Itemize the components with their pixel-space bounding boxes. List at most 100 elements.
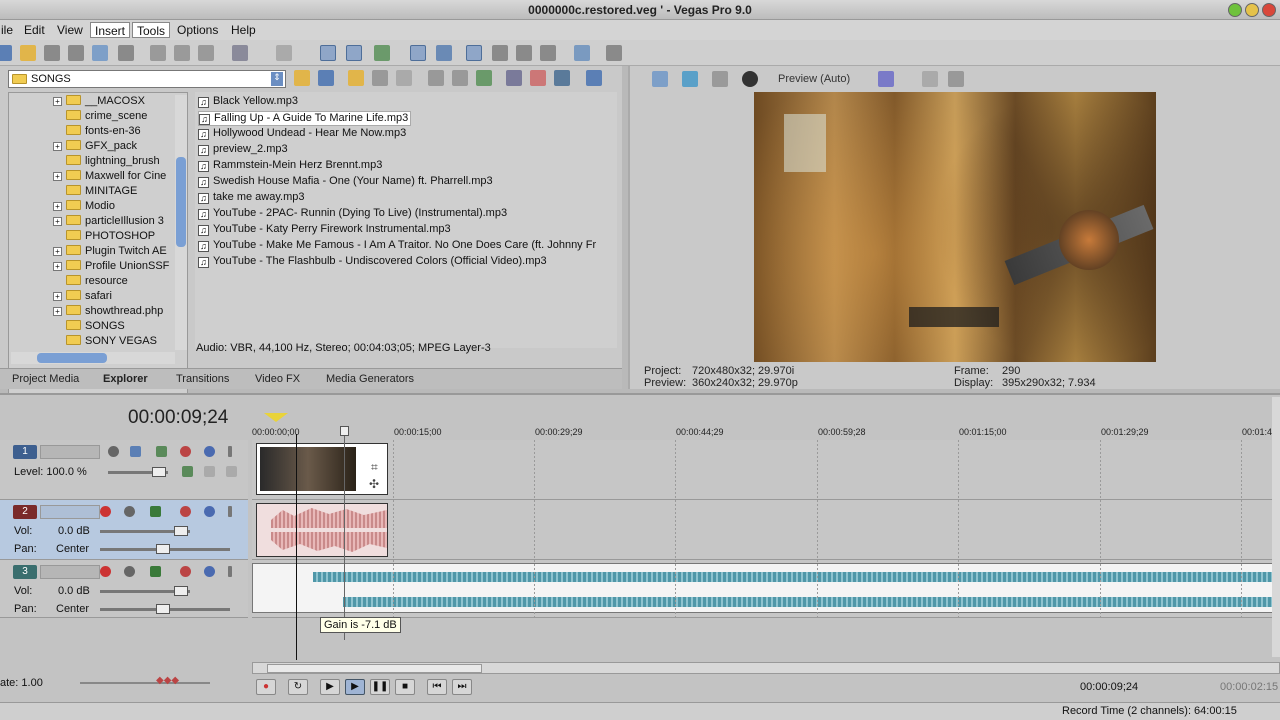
file-item[interactable]: ♫ Hollywood Undead - Hear Me Now.mp3 — [198, 127, 408, 142]
playhead-line[interactable] — [344, 426, 345, 640]
timeline-horizontal-scrollbar[interactable] — [252, 662, 1280, 674]
invert-phase-icon[interactable] — [124, 566, 135, 577]
tab-transitions[interactable]: Transitions — [176, 373, 229, 385]
tree-item[interactable]: + __MACOSX — [53, 95, 145, 110]
tree-item[interactable]: + Maxwell for Cine — [53, 170, 166, 185]
menu-help[interactable]: Help — [227, 22, 260, 38]
tree-scroll-thumb[interactable] — [176, 157, 186, 247]
file-item[interactable]: ♫ YouTube - Make Me Famous - I Am A Trait… — [198, 239, 598, 254]
automation-icon[interactable] — [150, 506, 161, 517]
rate-slider[interactable] — [80, 682, 210, 684]
redo-icon[interactable] — [276, 45, 292, 61]
zoom-tool-icon[interactable] — [540, 45, 556, 61]
expand-icon[interactable]: + — [53, 97, 62, 106]
copy-snapshot-icon[interactable] — [922, 71, 938, 87]
expand-icon[interactable]: + — [53, 307, 62, 316]
parent-icon[interactable] — [204, 466, 215, 477]
track-header-1[interactable]: 1 Level: 100.0 % — [0, 440, 248, 500]
add-to-project-icon[interactable] — [396, 70, 412, 86]
tree-item[interactable]: SONGS — [66, 320, 125, 335]
track-header-3[interactable]: 3 Vol: 0.0 dB Pan: Center — [0, 560, 248, 618]
file-item[interactable]: ♫ preview_2.mp3 — [198, 143, 290, 158]
audio-lane-3[interactable] — [252, 560, 1280, 618]
tree-item[interactable]: MINITAGE — [66, 185, 137, 200]
preview-properties-icon[interactable] — [652, 71, 668, 87]
compositing-icon[interactable] — [156, 446, 167, 457]
tree-item[interactable]: + safari — [53, 290, 112, 305]
new-folder-icon[interactable] — [348, 70, 364, 86]
tree-item[interactable]: + particleIllusion 3 — [53, 215, 164, 230]
solo-icon[interactable] — [228, 506, 232, 517]
save-icon[interactable] — [44, 45, 60, 61]
help-pointer-icon[interactable] — [606, 45, 622, 61]
track-lanes[interactable]: ⌗ ✣ — [252, 426, 1280, 660]
audio-lane-2[interactable] — [252, 500, 1280, 560]
remove-favorite-icon[interactable] — [530, 70, 546, 86]
overlays-icon[interactable] — [878, 71, 894, 87]
stop-button[interactable]: ■ — [395, 679, 415, 695]
expand-track-icon[interactable] — [108, 446, 119, 457]
track-fx-icon[interactable] — [180, 506, 191, 517]
close-button[interactable] — [1262, 3, 1276, 17]
paste-icon[interactable] — [198, 45, 214, 61]
go-to-end-button[interactable]: ⏭ — [452, 679, 472, 695]
mute-icon[interactable] — [204, 566, 215, 577]
mute-icon[interactable] — [204, 446, 215, 457]
pan-slider-knob[interactable] — [156, 604, 170, 614]
volume-slider-knob[interactable] — [174, 586, 188, 596]
tree-item[interactable]: lightning_brush — [66, 155, 160, 170]
play-from-start-button[interactable]: ▶ — [320, 679, 340, 695]
tree-item[interactable]: + Modio — [53, 200, 115, 215]
video-clip[interactable]: ⌗ ✣ — [256, 443, 388, 495]
script-icon[interactable] — [574, 45, 590, 61]
solo-icon[interactable] — [228, 566, 232, 577]
search-icon[interactable] — [554, 70, 570, 86]
tree-item[interactable]: + GFX_pack — [53, 140, 137, 155]
video-fx-icon[interactable] — [712, 71, 728, 87]
menu-file[interactable]: ile — [0, 22, 17, 38]
composite-mode-icon[interactable] — [182, 466, 193, 477]
new-icon[interactable] — [0, 45, 12, 61]
track-name-field[interactable] — [40, 565, 100, 579]
render-icon[interactable] — [92, 45, 108, 61]
cursor-line[interactable] — [296, 434, 297, 660]
auto-preview-icon[interactable] — [476, 70, 492, 86]
timeline-vertical-scrollbar[interactable] — [1272, 397, 1280, 657]
path-dropdown[interactable]: SONGS ⇕ — [8, 70, 286, 88]
video-lane[interactable]: ⌗ ✣ — [252, 440, 1280, 500]
file-item[interactable]: ♫ YouTube - The Flashbulb - Undiscovered … — [198, 255, 549, 270]
expand-icon[interactable]: + — [53, 217, 62, 226]
solo-icon[interactable] — [228, 446, 232, 457]
child-icon[interactable] — [226, 466, 237, 477]
normal-edit-tool-icon[interactable] — [466, 45, 482, 61]
tree-vertical-scrollbar[interactable] — [175, 95, 187, 350]
copy-icon[interactable] — [174, 45, 190, 61]
expand-icon[interactable]: + — [53, 142, 62, 151]
loop-playback-button[interactable]: ↻ — [288, 679, 308, 695]
stop-preview-icon[interactable] — [452, 70, 468, 86]
track-fx-icon[interactable] — [180, 566, 191, 577]
file-item[interactable]: ♫ Rammstein-Mein Herz Brennt.mp3 — [198, 159, 384, 174]
tree-item[interactable]: crime_scene — [66, 110, 147, 125]
undo-icon[interactable] — [232, 45, 248, 61]
cut-icon[interactable] — [150, 45, 166, 61]
save-snapshot-icon[interactable] — [948, 71, 964, 87]
tab-explorer[interactable]: Explorer — [103, 373, 148, 385]
external-monitor-icon[interactable] — [682, 71, 698, 87]
file-item-selected[interactable]: ♫ Falling Up - A Guide To Marine Life.mp3 — [198, 111, 412, 126]
file-item[interactable]: ♫ Black Yellow.mp3 — [198, 95, 300, 110]
record-button[interactable]: ● — [256, 679, 276, 695]
refresh-icon[interactable] — [318, 70, 334, 86]
tab-video-fx[interactable]: Video FX — [255, 373, 300, 385]
minimize-button[interactable] — [1228, 3, 1242, 17]
tree-item[interactable]: PHOTOSHOP — [66, 230, 155, 245]
track-name-field[interactable] — [40, 445, 100, 459]
file-item[interactable]: ♫ YouTube - 2PAC- Runnin (Dying To Live) … — [198, 207, 509, 222]
split-screen-icon[interactable] — [742, 71, 758, 87]
pan-slider-knob[interactable] — [156, 544, 170, 554]
long-audio-clip[interactable] — [252, 563, 1276, 613]
expand-icon[interactable]: + — [53, 247, 62, 256]
selection-tool-icon[interactable] — [516, 45, 532, 61]
menu-view[interactable]: View — [53, 22, 87, 38]
tree-hscroll-thumb[interactable] — [37, 353, 107, 363]
